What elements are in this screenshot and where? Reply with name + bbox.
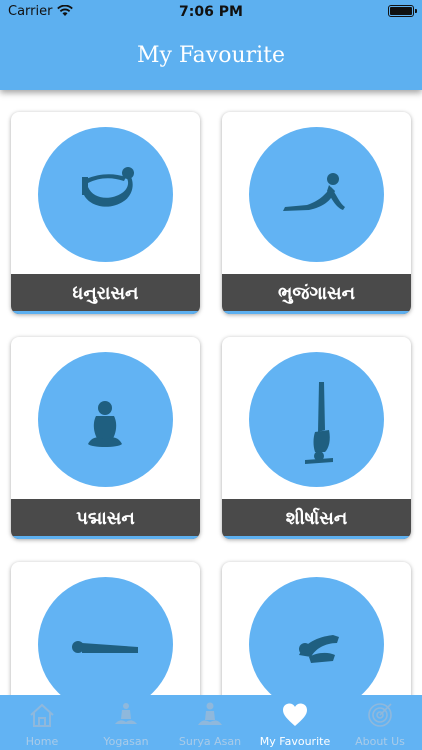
favourite-card-kneeling-pose[interactable] — [222, 562, 411, 695]
tab-my-favourite[interactable]: My Favourite — [252, 695, 338, 750]
card-label: પદ્માસન — [11, 499, 200, 539]
heart-icon — [283, 703, 307, 726]
pose-circle — [38, 127, 173, 262]
tab-label: Yogasan — [103, 735, 149, 748]
tab-label: Surya Asan — [178, 735, 242, 748]
shirshasana-pose-icon — [305, 382, 333, 464]
favourite-card-dhanurasana[interactable]: ધનુરાસન — [11, 112, 200, 314]
tab-label: Home — [25, 735, 59, 748]
card-label: ધનુરાસન — [11, 274, 200, 314]
navigation-header: Carrier 7:06 PM My Favourite — [0, 0, 422, 90]
tab-label: My Favourite — [259, 735, 331, 748]
battery-icon — [388, 5, 417, 17]
tab-surya-asan[interactable]: Surya Asan — [168, 695, 252, 750]
pose-circle — [38, 352, 173, 487]
favourite-card-padmasana[interactable]: પદ્માસન — [11, 337, 200, 539]
page-title: My Favourite — [136, 43, 286, 68]
card-label: ભુજંગાસન — [222, 274, 411, 314]
prone-pose-icon — [72, 641, 138, 653]
dhanurasana-pose-icon — [82, 167, 134, 207]
status-time: 7:06 PM — [179, 4, 243, 20]
home-icon — [30, 703, 54, 727]
tab-bar: Home Yogasan Surya Asan My Favourite Abo… — [0, 695, 422, 750]
meditation-icon — [115, 703, 137, 724]
favourite-card-prone-pose[interactable] — [11, 562, 200, 695]
padmasana-pose-icon — [88, 401, 122, 447]
favourite-card-bhujangasana[interactable]: ભુજંગાસન — [222, 112, 411, 314]
tab-label: About Us — [355, 735, 405, 748]
favourite-card-shirshasana[interactable]: શીર્ષાસન — [222, 337, 411, 539]
surya-asan-icon — [198, 702, 222, 725]
pose-circle — [249, 127, 384, 262]
target-icon — [368, 703, 392, 727]
tab-about-us[interactable]: About Us — [338, 695, 422, 750]
bhujangasana-pose-icon — [283, 173, 345, 211]
pose-circle — [249, 577, 384, 695]
tab-yogasan[interactable]: Yogasan — [84, 695, 168, 750]
pose-circle — [38, 577, 173, 695]
status-bar: Carrier 7:06 PM — [0, 0, 422, 24]
card-label: શીર્ષાસન — [222, 499, 411, 539]
tab-home[interactable]: Home — [0, 695, 84, 750]
favourite-grid[interactable]: ધનુરાસન ભુજંગાસન પદ્માસન શીર્ષાસન — [0, 90, 422, 695]
kneeling-pose-icon — [299, 635, 339, 663]
pose-circle — [249, 352, 384, 487]
